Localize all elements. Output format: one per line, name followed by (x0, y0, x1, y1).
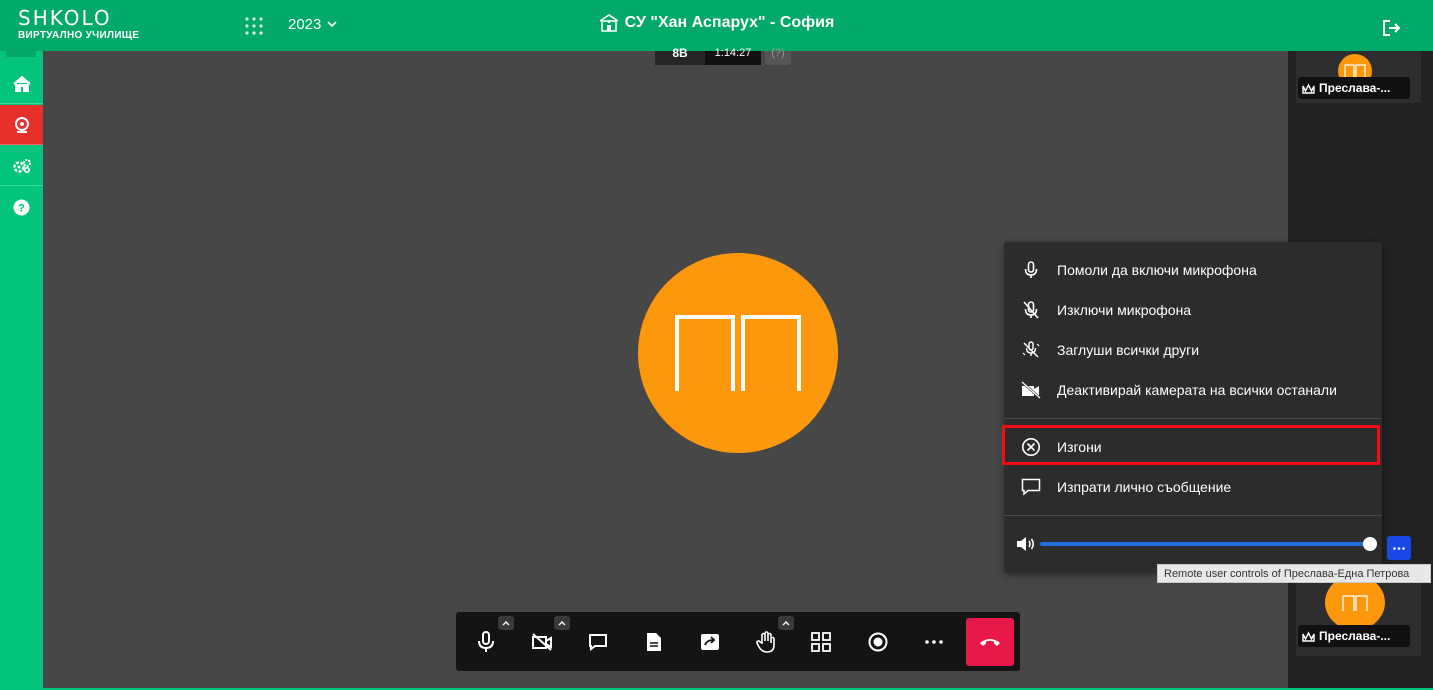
sidebar-notch (6, 51, 36, 57)
logout-icon[interactable] (1382, 19, 1402, 37)
participant-name: Преслава-... (1319, 629, 1391, 643)
timer-label: 1:14:27 (714, 47, 752, 59)
apps-grid-icon[interactable] (245, 17, 263, 35)
gears-icon (12, 158, 31, 173)
microphone-icon (478, 631, 494, 652)
app-root: SHKOLO ВИРТУАЛНО УЧИЛИЩЕ 2023 СУ "Хан Ас… (0, 0, 1433, 690)
menu-item-private-message[interactable]: Изпрати лично съобщение (1004, 467, 1382, 507)
mute-all-icon (1021, 340, 1041, 360)
crown-icon (1302, 82, 1315, 94)
class-label: 8В (672, 46, 688, 60)
more-actions-button[interactable] (910, 618, 958, 666)
main-participant-avatar (638, 253, 838, 453)
hangup-icon (980, 639, 1000, 646)
menu-item-kick[interactable]: Изгони (1004, 427, 1382, 467)
logo-subtitle: ВИРТУАЛНО УЧИЛИЩЕ (18, 30, 140, 41)
chevron-down-icon (327, 21, 337, 28)
menu-item-label: Изключи микрофона (1057, 302, 1192, 318)
school-header: СУ "Хан Аспарух" - София (0, 14, 1433, 37)
kick-icon (1021, 437, 1041, 457)
hand-icon (756, 631, 775, 653)
help-icon: ? (13, 199, 30, 215)
tile-view-button[interactable] (797, 618, 845, 666)
chat-icon (589, 634, 607, 651)
camera-options-caret[interactable] (554, 616, 570, 630)
mic-icon (1021, 260, 1041, 280)
camera-off-icon (532, 633, 552, 651)
participant-thumbnail[interactable]: Преслава-... (1296, 51, 1421, 103)
participant-name-tag: Преслава-... (1298, 625, 1410, 647)
menu-item-mute[interactable]: Изключи микрофона (1004, 290, 1382, 330)
timer-badge: 1:14:27 (705, 48, 761, 65)
chat-icon (1021, 477, 1041, 497)
share-screen-button[interactable] (686, 618, 734, 666)
sidebar-item-help[interactable]: ? (0, 187, 43, 227)
more-horizontal-icon (1393, 546, 1405, 550)
kick-label: Изгони (1057, 439, 1102, 455)
more-horizontal-icon (925, 640, 943, 644)
chevron-up-icon (558, 620, 566, 625)
camera-off-all-icon (1021, 380, 1041, 400)
avatar-initials (1342, 594, 1368, 611)
school-name: СУ "Хан Аспарух" - София (624, 14, 835, 31)
participant-avatar (1325, 575, 1385, 630)
left-sidebar: ? (0, 51, 43, 690)
webcam-icon (14, 116, 29, 133)
logo[interactable]: SHKOLO ВИРТУАЛНО УЧИЛИЩЕ (18, 6, 140, 41)
menu-item-mute-others[interactable]: Заглуши всички други (1004, 330, 1382, 370)
remote-user-menu: Помоли да включи микрофона Изключи микро… (1004, 242, 1382, 573)
avatar-initials (1344, 64, 1366, 78)
record-icon (868, 632, 888, 652)
menu-item-label: Деактивирай камерата на всички останали (1057, 382, 1337, 398)
chevron-up-icon (782, 620, 790, 625)
class-badge: 8В (655, 47, 705, 65)
help-badge[interactable]: (?) (765, 48, 791, 65)
chevron-up-icon (502, 620, 510, 625)
menu-divider (1004, 515, 1382, 516)
sidebar-item-settings[interactable] (0, 146, 43, 186)
menu-item-ask-unmute[interactable]: Помоли да включи микрофона (1004, 250, 1382, 290)
volume-icon (1017, 537, 1035, 551)
document-button[interactable] (630, 618, 678, 666)
svg-text:?: ? (18, 202, 25, 214)
private-message-label: Изпрати лично съобщение (1057, 479, 1232, 495)
sidebar-item-video[interactable] (0, 105, 43, 145)
home-icon (12, 75, 31, 92)
avatar-initials (675, 315, 801, 391)
volume-slider[interactable] (1040, 537, 1377, 551)
share-screen-icon (701, 634, 719, 650)
top-bar: SHKOLO ВИРТУАЛНО УЧИЛИЩЕ 2023 СУ "Хан Ас… (0, 0, 1433, 51)
year-selector[interactable]: 2023 (288, 16, 337, 33)
session-info: 8В 1:14:27 (?) (655, 47, 791, 65)
menu-divider (1004, 418, 1382, 419)
crown-icon (1302, 630, 1315, 642)
menu-item-label: Помоли да включи микрофона (1057, 262, 1257, 278)
tooltip: Remote user controls of Преслава-Една Пе… (1157, 564, 1431, 583)
year-label: 2023 (288, 16, 322, 33)
remote-controls-button[interactable] (1387, 536, 1411, 560)
school-building-icon (599, 14, 619, 32)
participant-thumbnail[interactable]: Преслава-... (1296, 573, 1421, 656)
menu-item-label: Заглуши всички други (1057, 342, 1200, 358)
document-icon (647, 633, 661, 651)
call-toolbar (456, 612, 1020, 671)
volume-fill (1040, 542, 1370, 546)
mic-options-caret[interactable] (498, 616, 514, 630)
record-button[interactable] (854, 618, 902, 666)
sidebar-item-home[interactable] (0, 64, 43, 104)
reactions-options-caret[interactable] (778, 616, 794, 630)
menu-item-disable-cameras[interactable]: Деактивирай камерата на всички останали (1004, 370, 1382, 410)
help-label: (?) (771, 47, 785, 59)
logo-word: SHKOLO (18, 6, 112, 30)
mic-off-icon (1021, 300, 1041, 320)
participant-name: Преслава-... (1319, 81, 1391, 95)
chat-button[interactable] (574, 618, 622, 666)
grid-view-icon (811, 632, 831, 652)
volume-knob[interactable] (1363, 537, 1377, 551)
hangup-button[interactable] (966, 618, 1014, 666)
participant-name-tag: Преслава-... (1298, 77, 1410, 99)
